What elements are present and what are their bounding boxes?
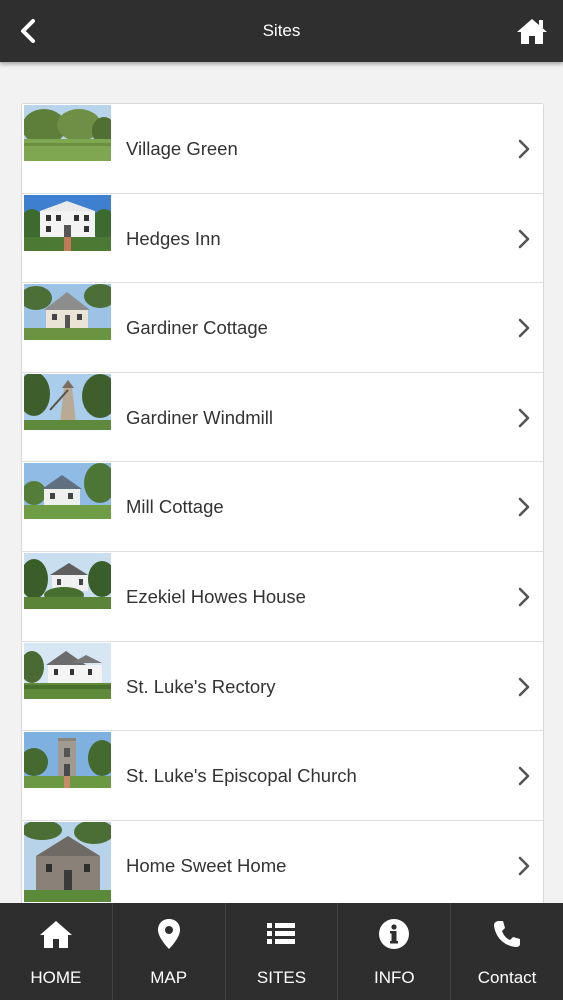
list-item[interactable]: Gardiner Cottage xyxy=(22,283,543,373)
bottom-tab-bar: HOME MAP SITES INFO Contact xyxy=(0,903,563,1000)
tab-info[interactable]: INFO xyxy=(338,903,452,1000)
site-name: Gardiner Windmill xyxy=(126,406,274,428)
chevron-right-icon xyxy=(518,318,530,338)
st-lukes-church-photo xyxy=(24,732,111,789)
info-icon xyxy=(379,919,410,949)
chevron-right-icon xyxy=(518,139,530,159)
chevron-right-icon xyxy=(518,856,530,876)
village-green-photo xyxy=(24,105,111,161)
chevron-right-icon xyxy=(518,229,530,248)
chevron-right-icon xyxy=(518,498,530,517)
list-item[interactable]: St. Luke's Rectory xyxy=(22,641,543,732)
site-name: St. Luke's Rectory xyxy=(126,675,276,697)
tab-label: INFO xyxy=(373,968,415,987)
phone-icon xyxy=(494,921,521,947)
map-pin-icon xyxy=(157,919,180,949)
tab-label: Contact xyxy=(477,968,537,987)
tab-sites[interactable]: SITES xyxy=(226,903,339,1000)
site-name: Home Sweet Home xyxy=(126,854,287,876)
gardiner-cottage-photo xyxy=(24,284,111,341)
home-icon xyxy=(39,921,72,948)
tab-home[interactable]: HOME xyxy=(0,903,113,1000)
chevron-right-icon xyxy=(518,408,530,428)
hedges-inn-photo xyxy=(24,194,111,251)
ezekiel-howes-house-photo xyxy=(24,552,111,609)
tab-contact[interactable]: Contact xyxy=(451,903,563,1000)
list-item[interactable]: Village Green xyxy=(22,104,543,194)
tab-map[interactable]: MAP xyxy=(113,903,226,1000)
sites-list: Village Green Hedges Inn Gardiner Cottag… xyxy=(21,103,544,911)
list-item[interactable]: Mill Cottage xyxy=(22,462,543,552)
site-name: Village Green xyxy=(126,138,238,159)
page-title: Sites xyxy=(262,21,301,40)
home-sweet-home-photo xyxy=(24,821,111,902)
list-icon xyxy=(267,923,296,944)
home-button[interactable] xyxy=(511,11,553,51)
tab-label: HOME xyxy=(30,968,82,987)
chevron-right-icon xyxy=(518,677,530,696)
list-item[interactable]: Gardiner Windmill xyxy=(22,372,543,463)
mill-cottage-photo xyxy=(24,463,111,520)
home-icon xyxy=(517,19,547,44)
tab-label: SITES xyxy=(256,968,307,987)
list-item[interactable]: Home Sweet Home xyxy=(22,820,543,910)
list-item[interactable]: Ezekiel Howes House xyxy=(22,551,543,642)
top-bar: Sites xyxy=(0,0,563,62)
tab-label: MAP xyxy=(150,968,188,987)
site-name: Ezekiel Howes House xyxy=(126,585,306,607)
site-name: St. Luke's Episcopal Church xyxy=(126,765,357,787)
chevron-right-icon xyxy=(518,766,530,786)
list-item[interactable]: Hedges Inn xyxy=(22,193,543,284)
site-name: Mill Cottage xyxy=(126,496,224,518)
gardiner-windmill-photo xyxy=(24,373,111,430)
chevron-right-icon xyxy=(518,587,530,607)
site-name: Gardiner Cottage xyxy=(126,317,268,339)
list-item[interactable]: St. Luke's Episcopal Church xyxy=(22,731,543,821)
site-name: Hedges Inn xyxy=(126,227,221,249)
st-lukes-rectory-photo xyxy=(24,642,111,699)
